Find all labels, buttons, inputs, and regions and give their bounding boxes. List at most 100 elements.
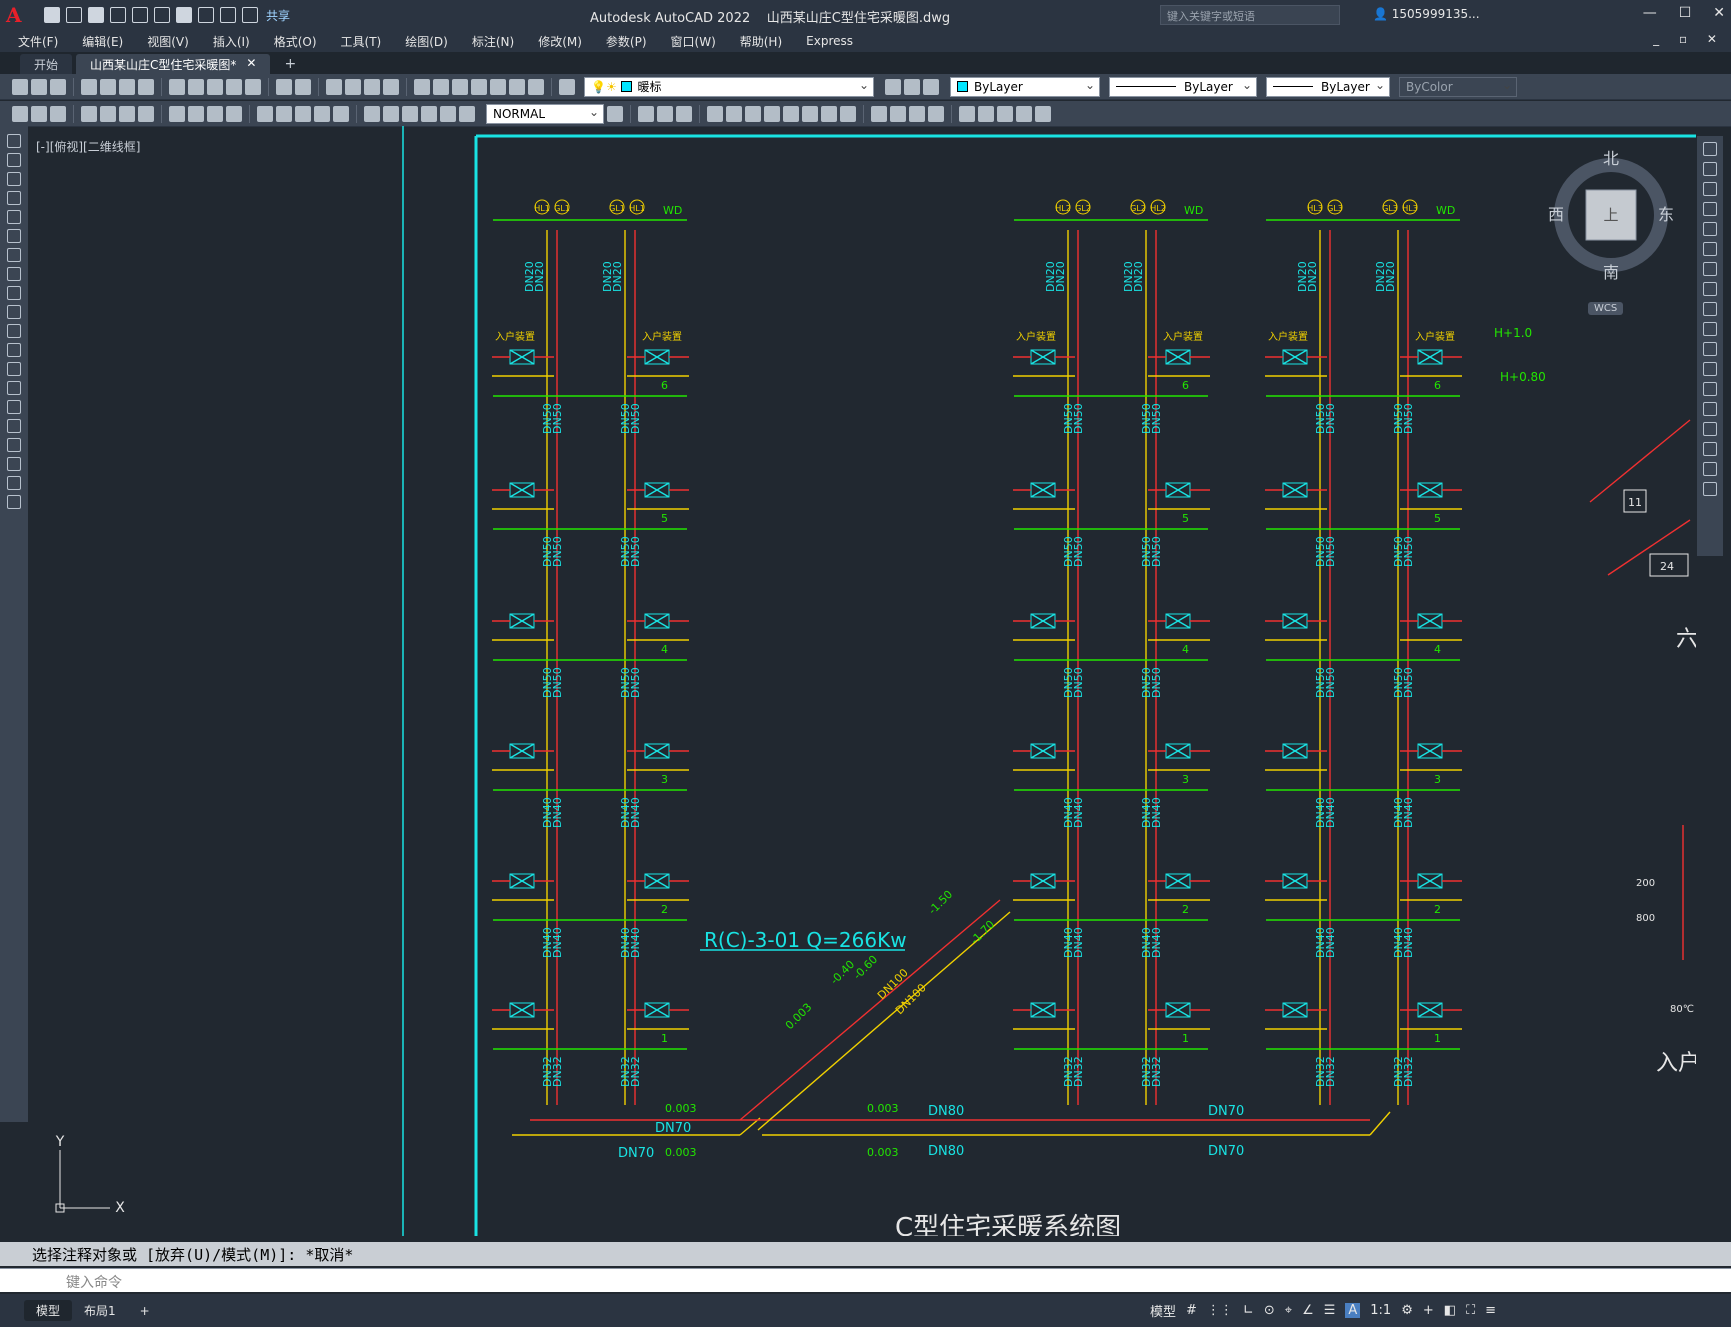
menu-item-5[interactable]: 工具(T) [341, 33, 382, 50]
edit-icon[interactable] [12, 105, 28, 122]
frame-icon[interactable] [1035, 105, 1051, 122]
adjust-icon[interactable] [1016, 105, 1032, 122]
modify-tool-icon[interactable] [1703, 362, 1717, 376]
viewcube[interactable]: 北 南 东 西 上 [1546, 150, 1676, 280]
close-icon[interactable]: ✕ [1713, 5, 1725, 21]
draw-tool-icon[interactable] [7, 248, 21, 262]
menu-item-12[interactable]: Express [806, 34, 853, 48]
modify-tool-icon[interactable] [1703, 322, 1717, 336]
save-as-icon[interactable] [110, 7, 126, 23]
draw-tool-icon[interactable] [7, 172, 21, 186]
menu-item-1[interactable]: 编辑(E) [82, 33, 123, 50]
draw-tool-icon[interactable] [7, 134, 21, 148]
menu-item-10[interactable]: 窗口(W) [671, 33, 716, 50]
layer-state-icon[interactable] [923, 78, 939, 95]
tab-drawing[interactable]: 山西某山庄C型住宅采暖图* ✕ [76, 54, 271, 74]
publish-icon[interactable] [119, 78, 135, 95]
annotation-icon[interactable]: A [1345, 1303, 1361, 1318]
modify-tool-icon[interactable] [1703, 282, 1717, 296]
draw-tool-icon[interactable] [7, 210, 21, 224]
help-icon[interactable] [528, 78, 544, 95]
layer-select[interactable]: 💡☀ 暖标 [584, 76, 874, 97]
trim-icon[interactable] [821, 105, 837, 122]
save-icon[interactable] [50, 78, 66, 95]
zoom-window-icon[interactable] [364, 78, 380, 95]
tab-close-icon[interactable]: ✕ [246, 56, 256, 72]
tolerance-icon[interactable] [364, 105, 380, 122]
cut-icon[interactable] [169, 78, 185, 95]
plot-icon[interactable] [81, 78, 97, 95]
continue-icon[interactable] [295, 105, 311, 122]
baseline-icon[interactable] [276, 105, 292, 122]
draw-tool-icon[interactable] [7, 229, 21, 243]
menu-item-0[interactable]: 文件(F) [18, 33, 58, 50]
tool-palettes-icon[interactable] [452, 78, 468, 95]
draw-tool-icon[interactable] [7, 400, 21, 414]
fullscreen-icon[interactable]: ⛶ [1466, 1303, 1475, 1318]
ucs-icon[interactable] [638, 105, 654, 122]
space-icon[interactable] [314, 105, 330, 122]
modify-tool-icon[interactable] [1703, 402, 1717, 416]
open-icon[interactable] [66, 7, 82, 23]
compass-north[interactable]: 北 [1603, 150, 1619, 168]
new-layout-button[interactable]: + [128, 1302, 162, 1320]
grid-icon[interactable]: # [1186, 1303, 1197, 1318]
draw-tool-icon[interactable] [7, 153, 21, 167]
center-mark-icon[interactable] [383, 105, 399, 122]
menu-item-11[interactable]: 帮助(H) [740, 33, 782, 50]
layer-properties-icon[interactable] [559, 78, 575, 95]
minimize-icon[interactable]: — [1643, 5, 1657, 21]
match-icon[interactable] [226, 78, 242, 95]
save-web-icon[interactable] [154, 7, 170, 23]
linetype-select[interactable]: ByLayer [1109, 76, 1257, 97]
modify-tool-icon[interactable] [1703, 242, 1717, 256]
workspace-gear-icon[interactable]: ⚙ [1401, 1303, 1413, 1318]
insert-icon[interactable] [959, 105, 975, 122]
polar-icon[interactable]: ⊙ [1264, 1303, 1275, 1318]
menu-item-4[interactable]: 格式(O) [274, 33, 317, 50]
layout-tab-model[interactable]: 模型 [24, 1300, 73, 1321]
modify-tool-icon[interactable] [1703, 262, 1717, 276]
3d-print-icon[interactable] [138, 78, 154, 95]
wcs-menu[interactable]: WCS [1588, 302, 1624, 315]
menu-item-9[interactable]: 参数(P) [606, 33, 647, 50]
lineweight-icon[interactable]: ☰ [1324, 1303, 1336, 1318]
modify-tool-icon[interactable] [1703, 302, 1717, 316]
menu-item-6[interactable]: 绘图(D) [405, 33, 448, 50]
ucs-prev-icon[interactable] [676, 105, 692, 122]
dimstyle-select[interactable]: NORMAL [486, 103, 604, 124]
modify-tool-icon[interactable] [1703, 162, 1717, 176]
draw-tool-icon[interactable] [7, 362, 21, 376]
plotstyle-select[interactable]: ByColor [1399, 76, 1517, 97]
lineweight-select[interactable]: ByLayer [1266, 76, 1390, 97]
ordinate-icon[interactable] [138, 105, 154, 122]
menu-item-2[interactable]: 视图(V) [147, 33, 189, 50]
undo-icon[interactable] [198, 7, 214, 23]
linear-dim-icon[interactable] [81, 105, 97, 122]
mirror-icon[interactable] [783, 105, 799, 122]
draw-tool-icon[interactable] [7, 191, 21, 205]
arc-length-icon[interactable] [119, 105, 135, 122]
block-icon[interactable] [245, 78, 261, 95]
break-icon[interactable] [333, 105, 349, 122]
jogged-icon[interactable] [188, 105, 204, 122]
angular-icon[interactable] [226, 105, 242, 122]
modify-tool-icon[interactable] [1703, 422, 1717, 436]
jog-line-icon[interactable] [421, 105, 437, 122]
isolate-icon[interactable]: ◧ [1444, 1303, 1456, 1318]
quick-dim-icon[interactable] [257, 105, 273, 122]
copy-obj-icon[interactable] [726, 105, 742, 122]
copy-icon[interactable] [188, 78, 204, 95]
radius-icon[interactable] [169, 105, 185, 122]
modify-tool-icon[interactable] [1703, 222, 1717, 236]
maximize-icon[interactable]: ☐ [1679, 5, 1692, 21]
hatch-icon[interactable] [50, 105, 66, 122]
modify-tool-icon[interactable] [1703, 382, 1717, 396]
tab-start[interactable]: 开始 [20, 54, 73, 74]
move-icon[interactable] [707, 105, 723, 122]
draw-tool-icon[interactable] [7, 267, 21, 281]
block-edit-icon[interactable] [31, 105, 47, 122]
draworder-icon[interactable] [909, 105, 925, 122]
make-current-icon[interactable] [885, 78, 901, 95]
user-account[interactable]: 👤 1505999135... [1373, 7, 1480, 21]
